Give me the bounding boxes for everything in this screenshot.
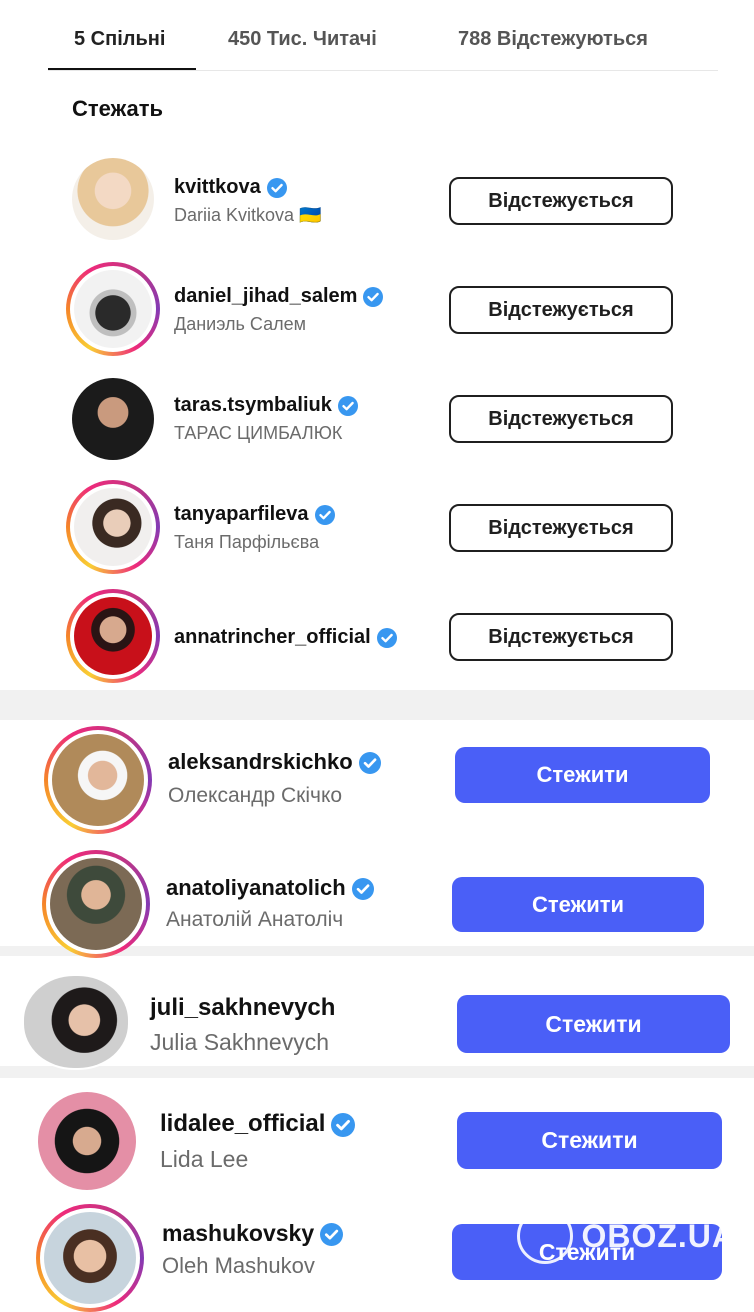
username-text[interactable]: daniel_jihad_salem bbox=[174, 285, 357, 307]
verified-badge-icon bbox=[314, 504, 335, 525]
verified-badge-icon bbox=[337, 395, 358, 416]
verified-badge-icon bbox=[363, 286, 384, 307]
username-text[interactable]: lidalee_official bbox=[160, 1110, 325, 1137]
username[interactable]: taras.tsymbaliuk bbox=[174, 394, 358, 417]
screenshot-separator bbox=[0, 1066, 754, 1078]
verified-badge-icon bbox=[358, 752, 381, 775]
username[interactable]: lidalee_official bbox=[160, 1110, 356, 1138]
full-name: Таня Парфільєва bbox=[174, 532, 320, 552]
watermark-text: OBOZ.UA bbox=[581, 1217, 736, 1254]
tabs-divider bbox=[48, 70, 718, 71]
avatar-story-ring[interactable] bbox=[36, 1204, 144, 1312]
full-name: Lida Lee bbox=[160, 1146, 249, 1172]
verified-badge-icon bbox=[320, 1223, 344, 1247]
avatar-story-ring[interactable] bbox=[42, 850, 150, 958]
avatar[interactable] bbox=[70, 376, 156, 462]
username-text[interactable]: annatrincher_official bbox=[174, 626, 371, 648]
username[interactable]: mashukovsky bbox=[162, 1220, 344, 1247]
following-button[interactable]: Відстежується bbox=[449, 395, 673, 443]
verified-badge-icon bbox=[376, 627, 397, 648]
avatar-story-ring[interactable] bbox=[66, 262, 160, 356]
username-text[interactable]: kvittkova bbox=[174, 176, 261, 198]
username[interactable]: annatrincher_official bbox=[174, 626, 397, 649]
full-name: Олександр Скічко bbox=[168, 784, 343, 807]
following-button[interactable]: Відстежується bbox=[449, 177, 673, 225]
screenshot-separator bbox=[0, 690, 754, 720]
avatar[interactable] bbox=[70, 156, 156, 242]
active-tab-indicator bbox=[48, 68, 196, 70]
avatar-story-ring[interactable] bbox=[66, 480, 160, 574]
username-text[interactable]: anatoliyanatolich bbox=[166, 875, 346, 900]
follow-button[interactable]: Стежити bbox=[457, 995, 730, 1053]
verified-badge-icon bbox=[331, 1112, 356, 1137]
full-name: Dariia Kvitkova 🇺🇦 bbox=[174, 205, 322, 225]
following-button[interactable]: Відстежується bbox=[449, 613, 673, 661]
avatar-story-ring[interactable] bbox=[66, 589, 160, 683]
following-button[interactable]: Відстежується bbox=[449, 286, 673, 334]
follow-button[interactable]: Стежити bbox=[455, 747, 710, 803]
full-name: ТАРАС ЦИМБАЛЮК bbox=[174, 423, 343, 443]
tab-mutual[interactable]: 5 Спільні bbox=[74, 28, 165, 51]
username-text[interactable]: tanyaparfileva bbox=[174, 503, 309, 525]
tab-followers[interactable]: 450 Тис. Читачі bbox=[228, 28, 377, 51]
full-name: Анатолій Анатоліч bbox=[166, 908, 344, 931]
username-text[interactable]: mashukovsky bbox=[162, 1220, 314, 1246]
username[interactable]: aleksandrskichko bbox=[168, 749, 381, 775]
username[interactable]: anatoliyanatolich bbox=[166, 875, 374, 901]
follow-button[interactable]: Стежити bbox=[457, 1112, 722, 1169]
username[interactable]: kvittkova bbox=[174, 176, 287, 199]
globe-logo-icon bbox=[517, 1208, 574, 1264]
watermark: OBOZ.UA bbox=[517, 1208, 736, 1264]
tab-following[interactable]: 788 Відстежуються bbox=[458, 28, 648, 51]
username[interactable]: juli_sakhnevych bbox=[150, 994, 335, 1022]
full-name: Julia Sakhnevych bbox=[150, 1029, 329, 1055]
username[interactable]: tanyaparfileva bbox=[174, 503, 335, 526]
verified-badge-icon bbox=[266, 177, 287, 198]
section-title: Стежать bbox=[72, 96, 164, 121]
avatar[interactable] bbox=[36, 1090, 138, 1192]
username[interactable]: daniel_jihad_salem bbox=[174, 285, 384, 308]
full-name: Даниэль Салем bbox=[174, 314, 306, 334]
avatar[interactable] bbox=[22, 974, 130, 1070]
username-text[interactable]: aleksandrskichko bbox=[168, 749, 353, 774]
full-name: Oleh Mashukov bbox=[162, 1253, 315, 1278]
following-button[interactable]: Відстежується bbox=[449, 504, 673, 552]
username-text[interactable]: juli_sakhnevych bbox=[150, 994, 335, 1021]
avatar-story-ring[interactable] bbox=[44, 726, 152, 834]
username-text[interactable]: taras.tsymbaliuk bbox=[174, 394, 332, 416]
follow-button[interactable]: Стежити bbox=[452, 877, 704, 932]
verified-badge-icon bbox=[351, 878, 374, 901]
